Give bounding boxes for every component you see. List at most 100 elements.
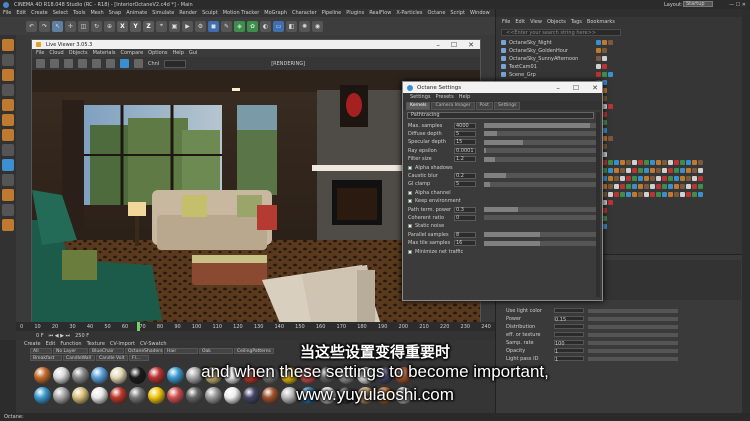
region-render-icon[interactable] (92, 59, 101, 68)
material-tag-icon[interactable] (608, 168, 613, 173)
object-row[interactable]: TextCam01 (501, 63, 741, 70)
material-tag-icon[interactable] (596, 56, 601, 61)
points-mode-icon[interactable] (2, 99, 14, 111)
material-tag-icon[interactable] (674, 176, 679, 181)
setting-value-field[interactable]: 5 (454, 181, 476, 188)
menu-item-create[interactable]: Create (31, 10, 48, 16)
render-picture-viewer-icon[interactable]: ▶ (182, 20, 193, 32)
material-tag-icon[interactable] (620, 184, 625, 189)
scale-tool-icon[interactable]: ◫ (78, 20, 89, 32)
material-tag-icon[interactable] (596, 72, 601, 77)
material-tag-icon[interactable] (602, 56, 607, 61)
timeline-ruler[interactable]: 0 10 20 30 40 50 60 70 80 90 100 110 120 130 140 150 160… (16, 322, 495, 331)
object-row[interactable]: Scene_Grp (501, 71, 741, 78)
light-icon[interactable]: ✺ (299, 20, 310, 32)
setting-value-field[interactable]: 8 (454, 231, 476, 238)
material-tag-icon[interactable] (692, 176, 697, 181)
material-tag-icon[interactable] (698, 176, 703, 181)
material-tag-icon[interactable] (644, 176, 649, 181)
live-viewer-menu-materials[interactable]: Materials (93, 50, 116, 56)
send-scene-icon[interactable] (36, 59, 45, 68)
play-controls[interactable]: ⏮ ◀ ▶ ⏭ (49, 333, 70, 339)
channel-select[interactable] (164, 59, 187, 68)
material-tag-icon[interactable] (602, 40, 607, 45)
material-tag-icon[interactable] (620, 192, 625, 197)
attribute-value-field[interactable] (554, 308, 584, 313)
octane-settings-scrollbar[interactable] (596, 112, 600, 297)
material-tag-icon[interactable] (620, 160, 625, 165)
material-tag-icon[interactable] (638, 160, 643, 165)
material-tag-icon[interactable] (638, 184, 643, 189)
setting-slider[interactable] (484, 148, 596, 154)
material-tag-icon[interactable] (608, 72, 613, 77)
material-tag-icon[interactable] (632, 192, 637, 197)
menu-item-sculpt[interactable]: Sculpt (202, 10, 218, 16)
material-tag-icon[interactable] (632, 160, 637, 165)
y-axis-button[interactable]: Y (130, 20, 141, 32)
material-tag-icon[interactable] (650, 192, 655, 197)
pick-focus-icon[interactable] (120, 59, 129, 68)
camera-icon[interactable]: ◧ (286, 20, 297, 32)
material-tag-icon[interactable] (686, 192, 691, 197)
material-tag-icon[interactable] (620, 168, 625, 173)
array-icon[interactable]: ✿ (247, 20, 258, 32)
menu-item-script[interactable]: Script (450, 10, 465, 16)
material-tag-icon[interactable] (608, 200, 613, 205)
material-tag-icon[interactable] (596, 64, 601, 69)
material-tag-icon[interactable] (614, 176, 619, 181)
attribute-value-field[interactable]: 0.15 (554, 316, 584, 323)
live-viewer-menu-file[interactable]: File (36, 50, 44, 56)
material-tag-icon[interactable] (668, 184, 673, 189)
menu-item-simulate[interactable]: Simulate (152, 10, 174, 16)
texture-mode-icon[interactable] (2, 69, 14, 81)
object-row[interactable]: OctaneSky_SunnyAfternoon (501, 55, 741, 62)
material-tag-icon[interactable] (596, 40, 601, 45)
sculpt-icon[interactable] (2, 204, 14, 216)
checkbox[interactable] (408, 224, 412, 229)
material-tag-icon[interactable] (626, 160, 631, 165)
menu-item-tools[interactable]: Tools (73, 10, 85, 16)
material-tag-icon[interactable] (674, 184, 679, 189)
setting-value-field[interactable]: 0.0001 (454, 147, 476, 154)
redo-icon[interactable]: ↷ (39, 20, 50, 32)
close-icon[interactable]: ✕ (592, 84, 598, 92)
material-tag-icon[interactable] (602, 64, 607, 69)
material-tag-icon[interactable] (632, 184, 637, 189)
checkbox[interactable] (408, 165, 412, 170)
material-tag-icon[interactable] (674, 168, 679, 173)
material-tag-icon[interactable] (626, 184, 631, 189)
material-tag-icon[interactable] (662, 192, 667, 197)
material-tag-icon[interactable] (608, 184, 613, 189)
material-tag-icon[interactable] (614, 184, 619, 189)
material-tag-icon[interactable] (680, 192, 685, 197)
setting-slider[interactable] (484, 207, 596, 212)
material-tag-icon[interactable] (656, 176, 661, 181)
material-tag-icon[interactable] (644, 160, 649, 165)
render-settings-icon[interactable]: ⚙ (195, 20, 206, 32)
material-tag-icon[interactable] (662, 184, 667, 189)
material-tag-icon[interactable] (692, 160, 697, 165)
render-view-icon[interactable]: ▣ (169, 20, 180, 32)
material-tag-icon[interactable] (608, 104, 613, 109)
material-tag-icon[interactable] (686, 168, 691, 173)
menu-item-snap[interactable]: Snap (109, 10, 122, 16)
material-tag-icon[interactable] (680, 168, 685, 173)
z-axis-button[interactable]: Z (143, 20, 154, 32)
menu-item-animate[interactable]: Animate (126, 10, 147, 16)
material-tag-icon[interactable] (608, 136, 613, 141)
workplane-icon[interactable] (2, 84, 14, 96)
material-tag-icon[interactable] (680, 160, 685, 165)
menu-item-motion-tracker[interactable]: Motion Tracker (223, 10, 260, 16)
cube-icon[interactable]: ◼ (208, 20, 219, 32)
paint-icon[interactable] (2, 219, 14, 231)
axis-mode-icon[interactable] (2, 144, 14, 156)
layout-select[interactable]: Startup (683, 1, 713, 7)
menu-item-mesh[interactable]: Mesh (90, 10, 103, 16)
animation-timeline[interactable]: 0 10 20 30 40 50 60 70 80 90 100 110 120 130 140 150 160… (16, 322, 495, 340)
material-tag-icon[interactable] (656, 168, 661, 173)
object-menu-bookmarks[interactable]: Bookmarks (587, 19, 615, 25)
attribute-slider[interactable] (588, 324, 678, 329)
menu-item-octane[interactable]: Octane (427, 10, 445, 16)
octane-icon[interactable]: ◉ (312, 20, 323, 32)
material-tag-icon[interactable] (698, 192, 703, 197)
